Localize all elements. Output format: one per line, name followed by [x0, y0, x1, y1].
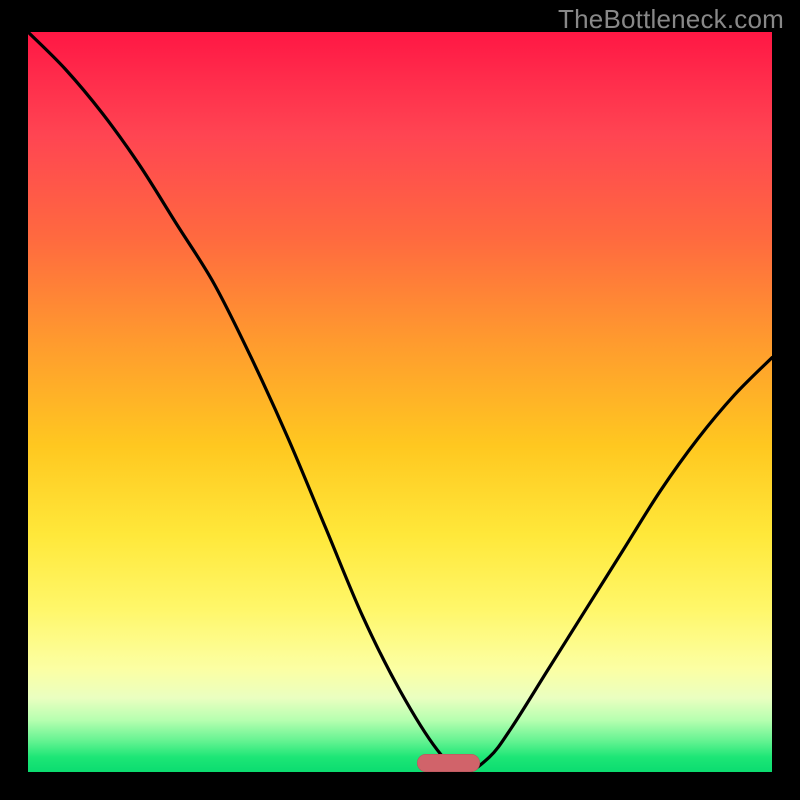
watermark-text: TheBottleneck.com — [558, 4, 784, 35]
optimal-range-marker — [417, 754, 480, 772]
curve-path — [28, 32, 772, 772]
chart-frame: TheBottleneck.com — [0, 0, 800, 800]
bottleneck-curve — [28, 32, 772, 772]
plot-area — [28, 32, 772, 772]
